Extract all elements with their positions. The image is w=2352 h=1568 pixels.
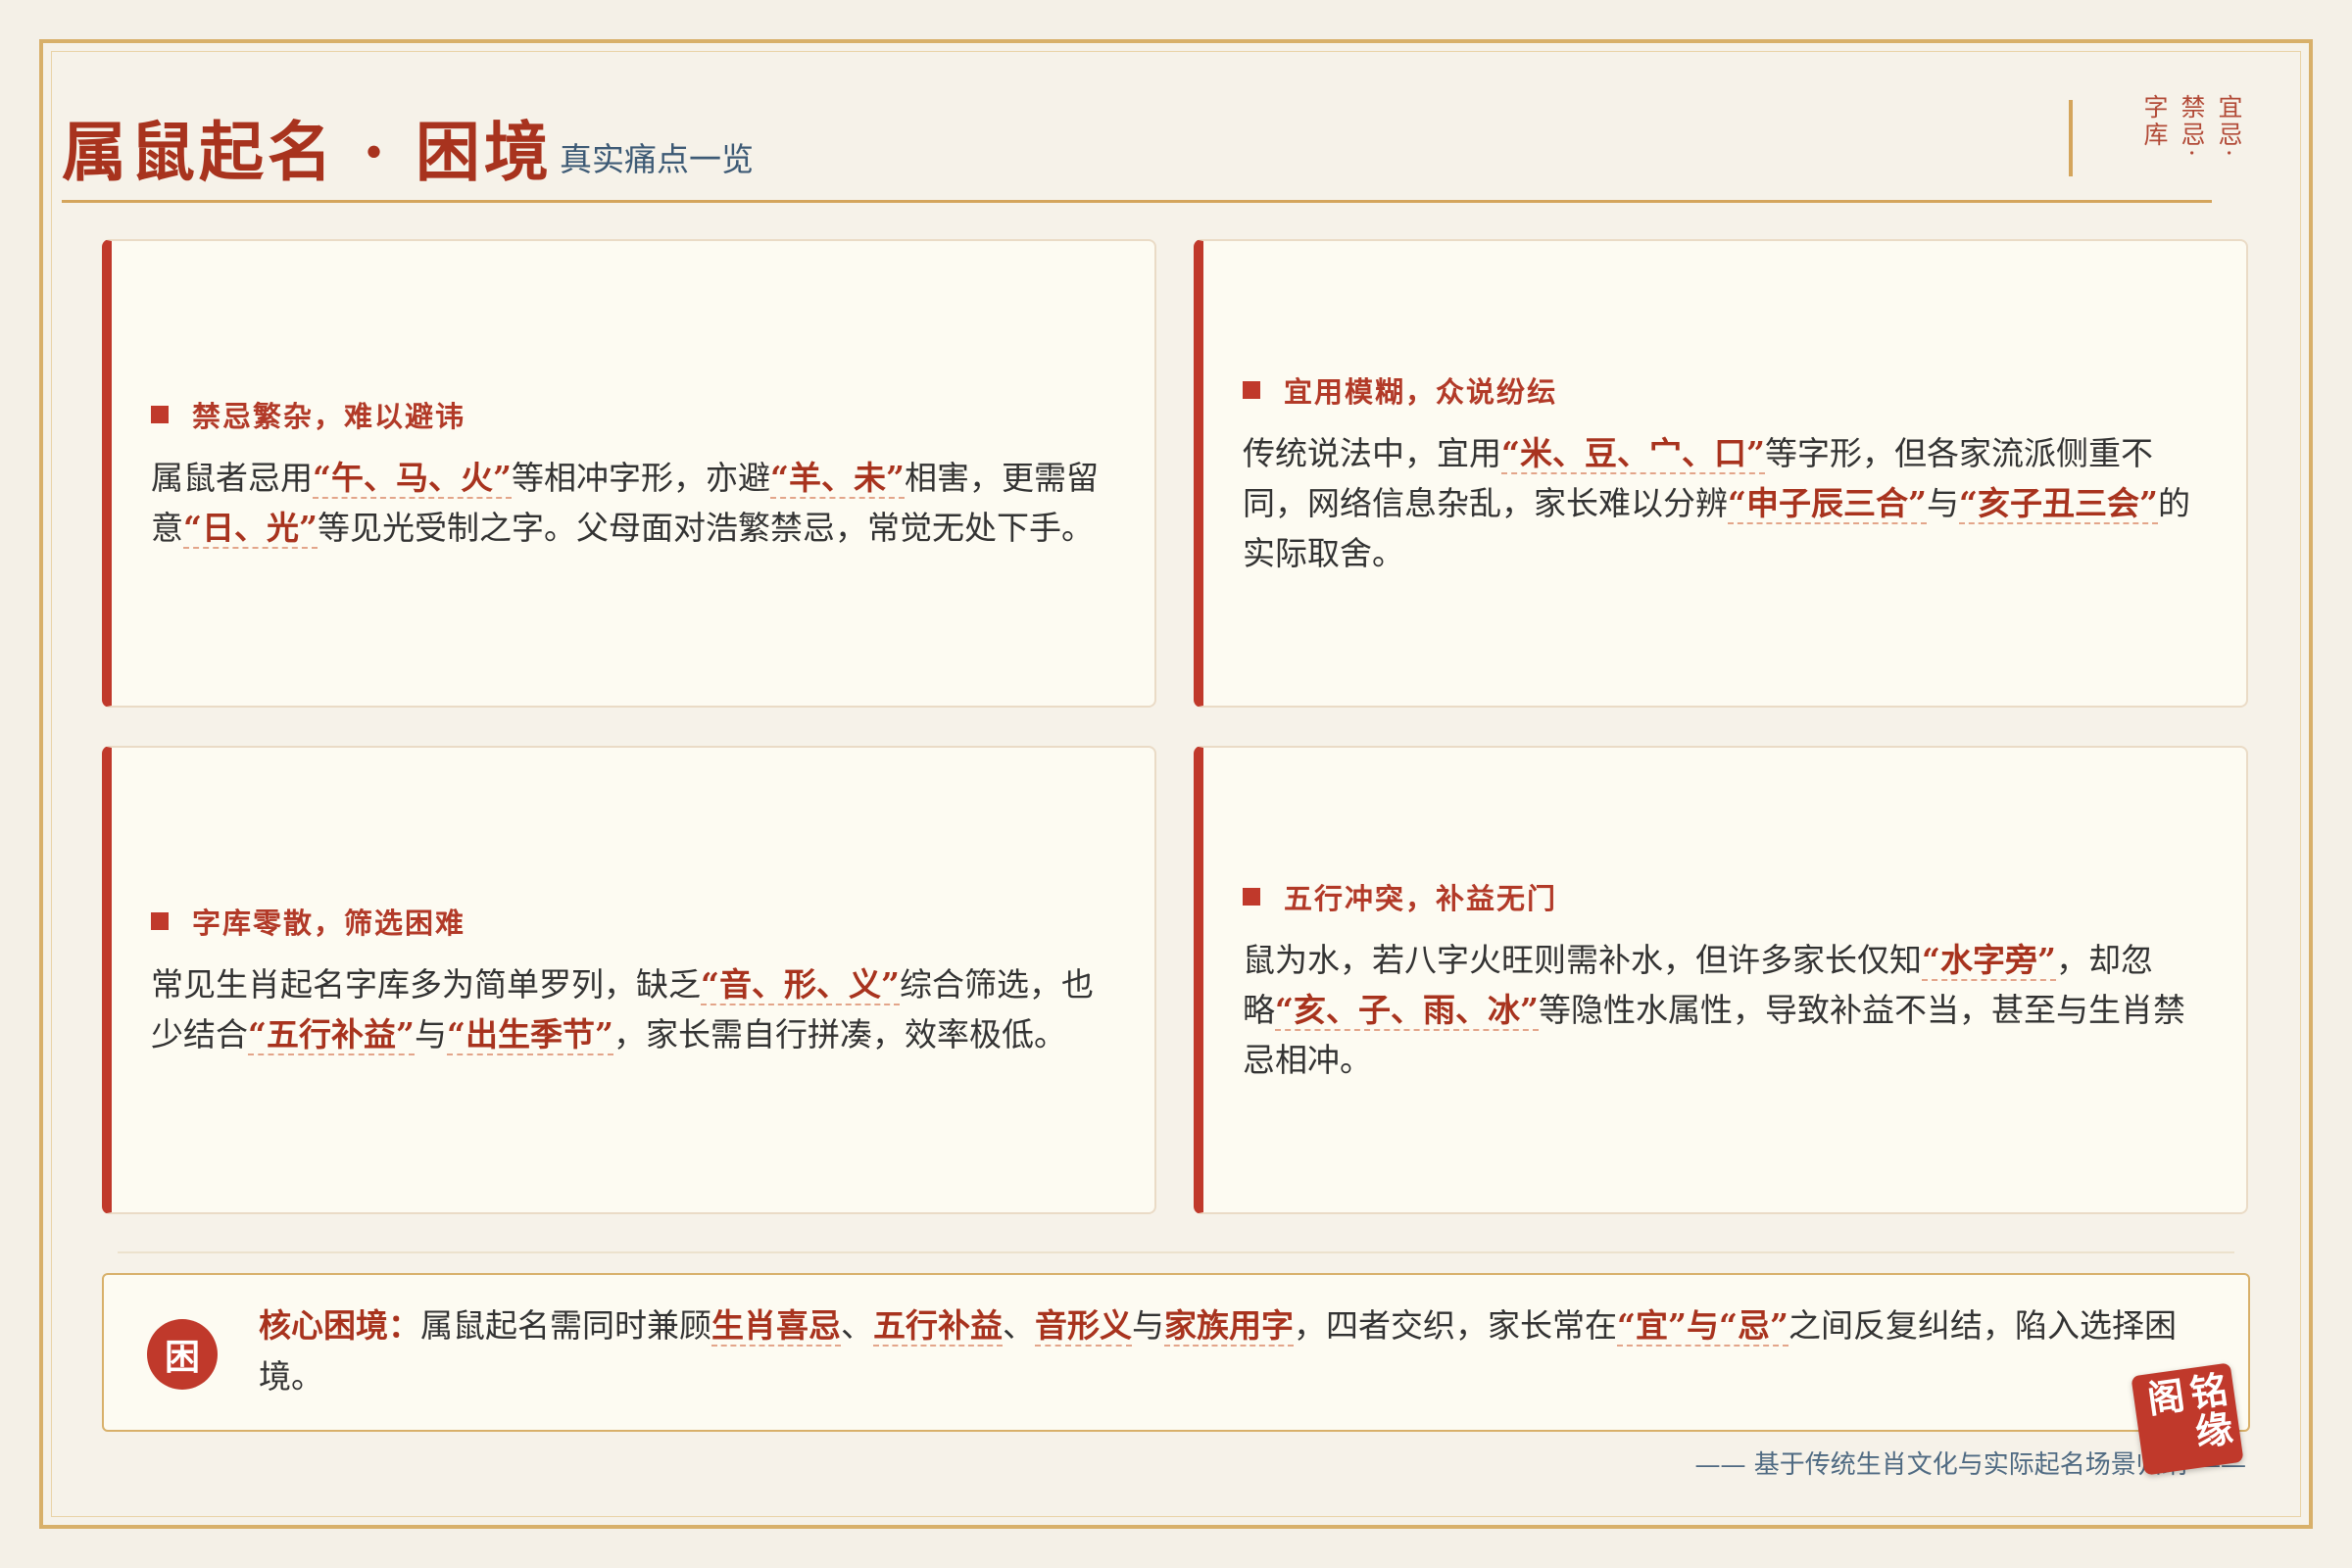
- highlight-term: “申子辰三合”: [1728, 483, 1927, 524]
- highlight-term: “日、光”: [183, 509, 318, 549]
- body-text: 与: [1132, 1306, 1164, 1345]
- body-text: 属鼠者忌用: [151, 459, 313, 497]
- body-text: 、: [841, 1306, 873, 1345]
- core-label: 核心困境：: [259, 1306, 420, 1345]
- body-text: 等相冲字形，亦避: [511, 459, 770, 497]
- stamp-divider: [2069, 100, 2073, 176]
- body-text: 常见生肖起名字库多为简单罗列，缺乏: [151, 965, 701, 1004]
- card-title: 宜用模糊，众说纷纭: [1243, 369, 2209, 411]
- card-title-text: 字库零散，筛选困难: [192, 906, 466, 940]
- section-divider: [118, 1251, 2234, 1253]
- highlight-term: 家族用字: [1164, 1306, 1294, 1347]
- square-bullet-icon: [151, 912, 169, 930]
- highlight-term: “五行补益”: [248, 1015, 415, 1055]
- highlight-term: “午、马、火”: [313, 459, 512, 499]
- header: 属鼠起名 · 困境 真实痛点一览 宜忌·禁忌·字库: [62, 59, 2243, 206]
- body-text: 等见光受制之字。父母面对浩繁禁忌，常觉无处下手。: [317, 509, 1094, 547]
- body-text: 鼠为水，若八字火旺则需补水，但许多家长仅知: [1243, 940, 1922, 979]
- dilemma-badge-icon: 困: [147, 1319, 218, 1390]
- page-title: 属鼠起名 · 困境: [62, 114, 553, 190]
- square-bullet-icon: [1243, 887, 1260, 906]
- highlight-term: 生肖喜忌: [711, 1306, 841, 1347]
- body-text: 属鼠起名需同时兼顾: [420, 1306, 711, 1345]
- highlight-term: 音形义: [1035, 1306, 1132, 1347]
- card-body: 属鼠者忌用“午、马、火”等相冲字形，亦避“羊、未”相害，更需留意“日、光”等见光…: [151, 453, 1117, 553]
- core-body: 属鼠起名需同时兼顾生肖喜忌、五行补益、音形义与家族用字，四者交织，家长常在“宜”…: [259, 1306, 2177, 1396]
- header-rule: [62, 200, 2212, 203]
- highlight-term: “亥子丑三会”: [1958, 483, 2158, 524]
- body-text: 与: [1926, 483, 1959, 522]
- seal-stamp: 铭缘阁: [2131, 1362, 2244, 1476]
- card-title-text: 禁忌繁杂，难以避讳: [192, 400, 466, 433]
- body-text: 传统说法中，宜用: [1243, 433, 1501, 472]
- body-text: 与: [414, 1015, 447, 1054]
- body-text: 、: [1003, 1306, 1035, 1345]
- highlight-term: “出生季节”: [446, 1015, 613, 1055]
- card-title: 禁忌繁杂，难以避讳: [151, 394, 1117, 435]
- core-dilemma-box: 困 核心困境：属鼠起名需同时兼顾生肖喜忌、五行补益、音形义与家族用字，四者交织，…: [102, 1273, 2250, 1432]
- body-text: ，家长需自行拼凑，效率极低。: [612, 1015, 1066, 1054]
- card-title: 五行冲突，补益无门: [1243, 876, 2209, 917]
- body-text: ，四者交织，家长常在: [1294, 1306, 1617, 1345]
- highlight-term: “水字旁”: [1922, 940, 2056, 981]
- card-suitable: 宜用模糊，众说纷纭 传统说法中，宜用“米、豆、宀、口”等字形，但各家流派侧重不同…: [1194, 239, 2248, 708]
- highlight-term: “亥、子、雨、冰”: [1275, 990, 1539, 1031]
- card-body: 鼠为水，若八字火旺则需补水，但许多家长仅知“水字旁”，却忽略“亥、子、雨、冰”等…: [1243, 935, 2209, 1085]
- seal-text: 铭缘阁: [2138, 1369, 2236, 1453]
- square-bullet-icon: [1243, 380, 1260, 399]
- highlight-term: “宜”与“忌”: [1617, 1306, 1788, 1347]
- card-library: 字库零散，筛选困难 常见生肖起名字库多为简单罗列，缺乏“音、形、义”综合筛选，也…: [102, 746, 1156, 1214]
- card-taboo: 禁忌繁杂，难以避讳 属鼠者忌用“午、马、火”等相冲字形，亦避“羊、未”相害，更需…: [102, 239, 1156, 708]
- highlight-term: “音、形、义”: [701, 965, 900, 1005]
- page-subtitle: 真实痛点一览: [560, 140, 754, 178]
- card-title: 字库零散，筛选困难: [151, 901, 1117, 942]
- card-title-text: 宜用模糊，众说纷纭: [1284, 374, 1558, 409]
- header-stamp-text: 宜忌·禁忌·字库: [2140, 94, 2243, 160]
- card-body: 传统说法中，宜用“米、豆、宀、口”等字形，但各家流派侧重不同，网络信息杂乱，家长…: [1243, 428, 2209, 578]
- highlight-term: 五行补益: [873, 1306, 1003, 1347]
- square-bullet-icon: [151, 406, 169, 423]
- core-dilemma-text: 核心困境：属鼠起名需同时兼顾生肖喜忌、五行补益、音形义与家族用字，四者交织，家长…: [259, 1300, 2209, 1402]
- highlight-term: “米、豆、宀、口”: [1501, 433, 1765, 474]
- card-body: 常见生肖起名字库多为简单罗列，缺乏“音、形、义”综合筛选，也少结合“五行补益”与…: [151, 959, 1117, 1059]
- card-five-elements: 五行冲突，补益无门 鼠为水，若八字火旺则需补水，但许多家长仅知“水字旁”，却忽略…: [1194, 746, 2248, 1214]
- highlight-term: “羊、未”: [769, 459, 905, 499]
- card-title-text: 五行冲突，补益无门: [1284, 881, 1558, 915]
